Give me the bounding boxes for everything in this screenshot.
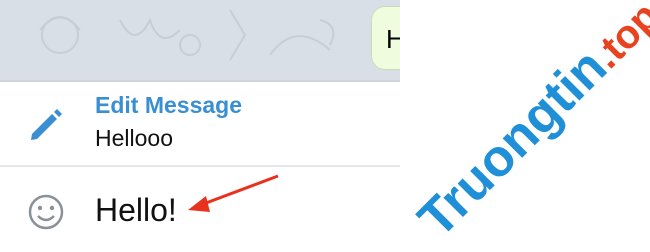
arrow-annotation (188, 174, 279, 212)
message-input-text: Hello! (95, 192, 177, 228)
doodle-pattern (39, 9, 335, 61)
svg-text:Truongtin.top: Truongtin.top (407, 0, 650, 248)
divider (0, 165, 400, 167)
emoji-icon[interactable] (26, 192, 66, 232)
chat-background (0, 0, 400, 80)
edit-message-title: Edit Message (95, 92, 242, 118)
watermark-logo: Truongtin.top (407, 0, 650, 248)
pencil-icon (31, 109, 62, 140)
watermark-main-text: Truongtin (407, 38, 618, 249)
edit-original-text: Hellooo (95, 125, 173, 151)
